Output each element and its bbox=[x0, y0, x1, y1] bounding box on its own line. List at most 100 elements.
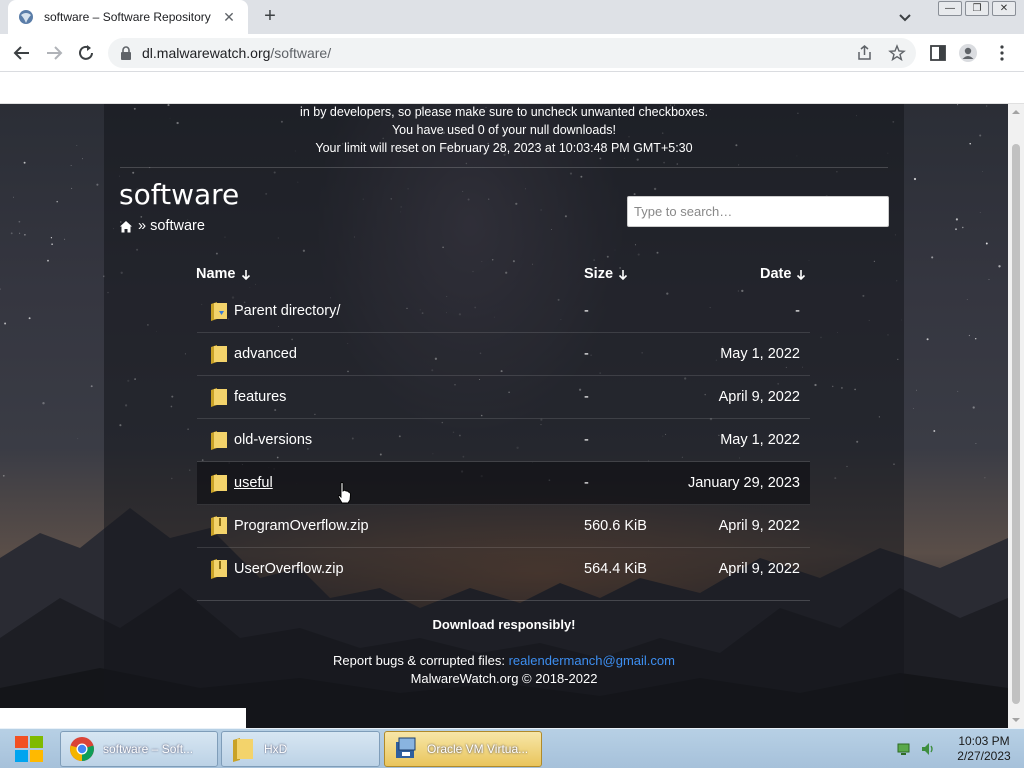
star bbox=[957, 390, 959, 392]
star bbox=[957, 104, 959, 106]
scroll-up-arrow-icon[interactable] bbox=[1012, 108, 1020, 116]
back-arrow-icon[interactable] bbox=[10, 42, 34, 64]
new-tab-button[interactable]: + bbox=[258, 6, 282, 28]
file-date: April 9, 2022 bbox=[718, 389, 800, 405]
star bbox=[18, 220, 21, 223]
star bbox=[28, 317, 31, 320]
forward-arrow-icon[interactable] bbox=[42, 42, 66, 64]
star bbox=[955, 228, 957, 231]
folder-icon bbox=[211, 431, 227, 450]
bookmark-star-icon[interactable] bbox=[888, 44, 906, 62]
file-name[interactable]: useful bbox=[234, 475, 273, 491]
tab-search-chevron-icon[interactable] bbox=[896, 8, 914, 26]
minimize-button[interactable]: — bbox=[938, 1, 962, 16]
tab-close-icon[interactable]: ✕ bbox=[220, 9, 238, 26]
column-header-date[interactable]: Date bbox=[760, 266, 806, 282]
zip-file-icon bbox=[211, 516, 227, 536]
scrollbar-thumb[interactable] bbox=[1012, 144, 1020, 704]
bookmarks-bar bbox=[0, 72, 1024, 104]
profile-avatar-icon[interactable] bbox=[958, 42, 978, 64]
file-date: April 9, 2022 bbox=[718, 561, 800, 577]
report-label: Report bugs & corrupted files: bbox=[333, 653, 509, 668]
volume-icon[interactable] bbox=[920, 741, 936, 757]
divider bbox=[197, 600, 810, 601]
clock-time: 10:03 PM bbox=[958, 734, 1010, 748]
notice-line-3: Your limit will reset on February 28, 20… bbox=[315, 141, 693, 155]
table-row[interactable]: features - April 9, 2022 bbox=[197, 376, 810, 419]
file-name[interactable]: Parent directory/ bbox=[234, 303, 340, 319]
file-name[interactable]: features bbox=[234, 389, 286, 405]
star bbox=[968, 334, 971, 337]
home-icon[interactable] bbox=[119, 220, 133, 233]
breadcrumb-separator: » bbox=[138, 218, 147, 234]
file-name[interactable]: old-versions bbox=[234, 432, 312, 448]
virtualbox-icon bbox=[396, 737, 416, 758]
file-name[interactable]: advanced bbox=[234, 346, 297, 362]
tab-strip: software – Software Repository ✕ + — ❐ ✕ bbox=[0, 0, 1024, 34]
folder-icon bbox=[211, 474, 227, 493]
file-size: - bbox=[584, 432, 589, 448]
star bbox=[13, 196, 15, 198]
notice-line-2: You have used 0 of your null downloads! bbox=[391, 123, 616, 137]
folder-icon bbox=[211, 388, 227, 407]
file-date: January 29, 2023 bbox=[687, 475, 800, 491]
table-row[interactable]: UserOverflow.zip 564.4 KiB April 9, 2022 bbox=[197, 548, 810, 591]
taskbar-item-virtualbox[interactable]: Oracle VM Virtua... bbox=[384, 731, 542, 767]
star bbox=[933, 430, 936, 432]
hand-cursor-icon bbox=[337, 482, 351, 504]
file-size: - bbox=[584, 389, 589, 405]
column-header-name[interactable]: Name bbox=[196, 266, 251, 282]
file-name[interactable]: UserOverflow.zip bbox=[234, 561, 344, 577]
share-icon[interactable] bbox=[856, 44, 874, 62]
star bbox=[76, 145, 78, 147]
screen: software – Software Repository ✕ + — ❐ ✕ bbox=[0, 0, 1024, 768]
taskbar-item-hxd[interactable]: HxD bbox=[221, 731, 380, 767]
zip-file-icon bbox=[211, 559, 227, 579]
table-row[interactable]: old-versions - May 1, 2022 bbox=[197, 419, 810, 462]
breadcrumb: » software bbox=[119, 218, 205, 234]
star bbox=[71, 187, 73, 189]
restore-button[interactable]: ❐ bbox=[965, 1, 989, 16]
file-name[interactable]: ProgramOverflow.zip bbox=[234, 518, 369, 534]
star bbox=[96, 183, 99, 186]
white-overlay-strip bbox=[0, 708, 246, 728]
star bbox=[988, 279, 990, 280]
site-favicon-icon bbox=[19, 10, 33, 24]
star bbox=[51, 243, 53, 245]
report-email-link[interactable]: realendermanch@gmail.com bbox=[509, 653, 675, 668]
table-row[interactable]: Parent directory/ - - bbox=[197, 290, 810, 333]
table-row[interactable]: advanced - May 1, 2022 bbox=[197, 333, 810, 376]
folder-icon bbox=[211, 345, 227, 364]
folder-icon bbox=[233, 738, 253, 762]
star bbox=[972, 406, 975, 409]
address-bar[interactable]: dl.malwarewatch.org/software/ bbox=[108, 38, 916, 68]
side-panel-icon[interactable] bbox=[928, 42, 948, 64]
taskbar-item-browser[interactable]: software – Soft... bbox=[60, 731, 218, 767]
network-icon[interactable] bbox=[896, 741, 912, 757]
browser-tab[interactable]: software – Software Repository ✕ bbox=[8, 0, 248, 34]
windows-start-icon[interactable] bbox=[4, 731, 54, 767]
clock-date: 2/27/2023 bbox=[957, 749, 1011, 763]
table-row-hovered[interactable]: useful - January 29, 2023 bbox=[197, 462, 810, 505]
star bbox=[998, 265, 1001, 268]
search-input[interactable] bbox=[627, 196, 889, 227]
file-size: 564.4 KiB bbox=[584, 561, 647, 577]
star bbox=[0, 288, 1, 290]
file-size: 560.6 KiB bbox=[584, 518, 647, 534]
taskbar: software – Soft... HxD Oracle VM Virtua.… bbox=[0, 728, 1024, 768]
reload-icon[interactable] bbox=[74, 42, 98, 64]
table-row[interactable]: ProgramOverflow.zip 560.6 KiB April 9, 2… bbox=[197, 505, 810, 548]
menu-kebab-icon[interactable] bbox=[992, 42, 1012, 64]
column-header-size[interactable]: Size bbox=[584, 266, 628, 282]
star bbox=[70, 165, 72, 166]
taskbar-item-label: software – Soft... bbox=[103, 742, 194, 756]
close-window-button[interactable]: ✕ bbox=[992, 1, 1016, 16]
star bbox=[966, 299, 968, 300]
system-clock[interactable]: 10:03 PM 2/27/2023 bbox=[944, 734, 1024, 764]
scroll-down-arrow-icon[interactable] bbox=[1012, 716, 1020, 724]
lock-icon[interactable] bbox=[120, 46, 132, 60]
star bbox=[979, 134, 982, 137]
star bbox=[23, 161, 26, 164]
vertical-scrollbar[interactable] bbox=[1008, 104, 1024, 728]
sort-arrow-down-icon bbox=[618, 269, 628, 280]
